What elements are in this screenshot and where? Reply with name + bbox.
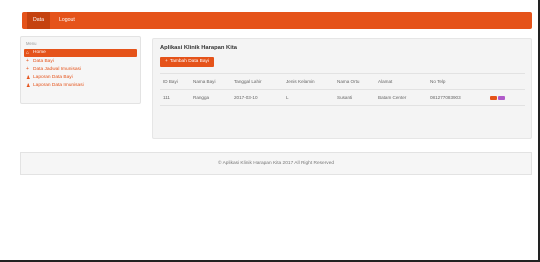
cell-nama-ortu: Susanti: [334, 89, 375, 106]
sidebar-item-label: Data Jadwal Imunisasi: [33, 66, 81, 72]
user-icon: ♟: [26, 74, 31, 81]
top-navbar: Data Logout: [22, 12, 532, 29]
cell-id: 111: [160, 89, 190, 106]
nav-data[interactable]: Data: [27, 12, 50, 29]
cell-alamat: Batam Center: [375, 89, 427, 106]
edit-button[interactable]: [498, 95, 505, 101]
plus-icon: +: [165, 59, 168, 64]
add-button-label: Tambah Data Bayi: [169, 59, 210, 64]
cell-tanggal: 2017-03-10: [231, 89, 283, 106]
table-header-row: ID Bayi Nama Bayi Tanggal Lahir Jenis Ke…: [160, 73, 525, 90]
sidebar-item-home[interactable]: ⌂ Home: [24, 49, 137, 57]
cell-actions: [487, 89, 525, 106]
table-row: 111 Rangga 2017-03-10 L Susanti Batam Ce…: [160, 89, 525, 106]
col-header: Nama Bayi: [190, 73, 231, 90]
plus-icon: +: [26, 58, 29, 65]
main-panel: Aplikasi Klinik Harapan Kita + Tambah Dat…: [152, 38, 532, 139]
plus-icon: +: [26, 66, 29, 73]
cell-jenis-kelamin: L: [283, 89, 334, 106]
sidebar-item-data-bayi[interactable]: + Data Bayi: [24, 57, 137, 65]
col-header: Nama Ortu: [334, 73, 375, 90]
footer: © Aplikasi Klinik Harapan Kita 2017 All …: [20, 152, 532, 175]
col-header: No Telp: [427, 73, 487, 90]
cell-nama: Rangga: [190, 89, 231, 106]
user-icon: ♟: [26, 82, 31, 89]
add-baby-button[interactable]: + Tambah Data Bayi: [160, 57, 215, 67]
col-header: Alamat: [375, 73, 427, 90]
cell-telp: 081277083903: [427, 89, 487, 106]
col-header: Tanggal Lahir: [231, 73, 283, 90]
home-icon: ⌂: [26, 49, 30, 56]
col-header-actions: [487, 73, 525, 90]
sidebar-item-laporan-bayi[interactable]: ♟ Laporan Data Bayi: [24, 74, 137, 82]
sidebar-item-laporan-imunisasi[interactable]: ♟ Laporan Data Imunisasi: [24, 82, 137, 90]
col-header: Jenis Kelamin: [283, 73, 334, 90]
sidebar-item-label: Home: [33, 50, 46, 56]
nav-logout[interactable]: Logout: [59, 12, 75, 29]
sidebar-item-label: Laporan Data Bayi: [33, 75, 73, 81]
sidebar-item-jadwal-imunisasi[interactable]: + Data Jadwal Imunisasi: [24, 66, 137, 74]
sidebar-heading: Menu: [26, 41, 37, 46]
page-title: Aplikasi Klinik Harapan Kita: [160, 45, 237, 51]
sidebar: Menu ⌂ Home + Data Bayi + Data Jadwal Im…: [20, 36, 141, 104]
baby-table: ID Bayi Nama Bayi Tanggal Lahir Jenis Ke…: [160, 73, 525, 106]
sidebar-item-label: Laporan Data Imunisasi: [33, 83, 84, 89]
sidebar-item-label: Data Bayi: [33, 58, 54, 64]
col-header: ID Bayi: [160, 73, 190, 90]
delete-button[interactable]: [490, 95, 497, 101]
